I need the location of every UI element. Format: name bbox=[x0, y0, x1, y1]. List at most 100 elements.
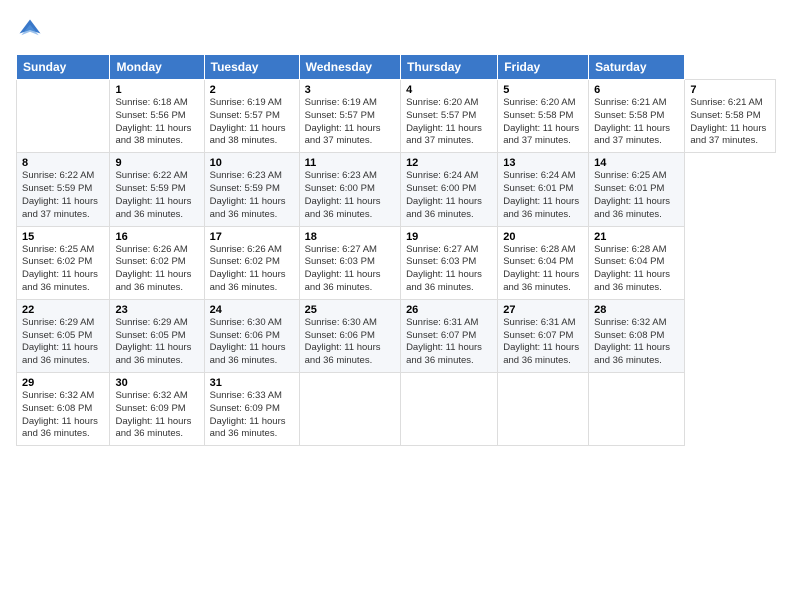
day-number: 27 bbox=[503, 304, 583, 316]
day-info: Sunrise: 6:31 AMSunset: 6:07 PMDaylight:… bbox=[406, 317, 492, 368]
header-day: Thursday bbox=[401, 55, 498, 80]
calendar-day-cell: 3Sunrise: 6:19 AMSunset: 5:57 PMDaylight… bbox=[299, 80, 400, 153]
day-info: Sunrise: 6:21 AMSunset: 5:58 PMDaylight:… bbox=[690, 97, 770, 148]
day-info: Sunrise: 6:30 AMSunset: 6:06 PMDaylight:… bbox=[305, 317, 395, 368]
day-info: Sunrise: 6:22 AMSunset: 5:59 PMDaylight:… bbox=[115, 170, 198, 221]
day-number: 17 bbox=[210, 231, 294, 243]
day-info: Sunrise: 6:20 AMSunset: 5:58 PMDaylight:… bbox=[503, 97, 583, 148]
logo-icon bbox=[16, 16, 44, 44]
calendar-day-cell: 22Sunrise: 6:29 AMSunset: 6:05 PMDayligh… bbox=[17, 299, 110, 372]
header-day: Wednesday bbox=[299, 55, 400, 80]
header bbox=[16, 16, 776, 44]
calendar-day-cell: 31Sunrise: 6:33 AMSunset: 6:09 PMDayligh… bbox=[204, 373, 299, 446]
header-row: SundayMondayTuesdayWednesdayThursdayFrid… bbox=[17, 55, 776, 80]
day-number: 9 bbox=[115, 157, 198, 169]
calendar-day-cell: 18Sunrise: 6:27 AMSunset: 6:03 PMDayligh… bbox=[299, 226, 400, 299]
day-number: 22 bbox=[22, 304, 104, 316]
day-info: Sunrise: 6:21 AMSunset: 5:58 PMDaylight:… bbox=[594, 97, 679, 148]
calendar-day-cell: 24Sunrise: 6:30 AMSunset: 6:06 PMDayligh… bbox=[204, 299, 299, 372]
day-number: 3 bbox=[305, 84, 395, 96]
day-info: Sunrise: 6:25 AMSunset: 6:02 PMDaylight:… bbox=[22, 244, 104, 295]
calendar-day-cell: 14Sunrise: 6:25 AMSunset: 6:01 PMDayligh… bbox=[589, 153, 685, 226]
calendar-day-cell: 17Sunrise: 6:26 AMSunset: 6:02 PMDayligh… bbox=[204, 226, 299, 299]
calendar-week-row: 8Sunrise: 6:22 AMSunset: 5:59 PMDaylight… bbox=[17, 153, 776, 226]
calendar-day-cell: 1Sunrise: 6:18 AMSunset: 5:56 PMDaylight… bbox=[110, 80, 204, 153]
logo bbox=[16, 16, 48, 44]
day-info: Sunrise: 6:29 AMSunset: 6:05 PMDaylight:… bbox=[22, 317, 104, 368]
day-number: 8 bbox=[22, 157, 104, 169]
day-number: 19 bbox=[406, 231, 492, 243]
header-day: Tuesday bbox=[204, 55, 299, 80]
day-number: 21 bbox=[594, 231, 679, 243]
day-number: 29 bbox=[22, 377, 104, 389]
calendar-day-cell: 23Sunrise: 6:29 AMSunset: 6:05 PMDayligh… bbox=[110, 299, 204, 372]
calendar-day-cell bbox=[299, 373, 400, 446]
calendar-header: SundayMondayTuesdayWednesdayThursdayFrid… bbox=[17, 55, 776, 80]
day-number: 26 bbox=[406, 304, 492, 316]
calendar-week-row: 1Sunrise: 6:18 AMSunset: 5:56 PMDaylight… bbox=[17, 80, 776, 153]
calendar-day-cell bbox=[401, 373, 498, 446]
calendar-body: 1Sunrise: 6:18 AMSunset: 5:56 PMDaylight… bbox=[17, 80, 776, 446]
calendar-day-cell: 2Sunrise: 6:19 AMSunset: 5:57 PMDaylight… bbox=[204, 80, 299, 153]
day-number: 31 bbox=[210, 377, 294, 389]
day-number: 18 bbox=[305, 231, 395, 243]
day-info: Sunrise: 6:33 AMSunset: 6:09 PMDaylight:… bbox=[210, 390, 294, 441]
day-info: Sunrise: 6:19 AMSunset: 5:57 PMDaylight:… bbox=[210, 97, 294, 148]
calendar-day-cell: 7Sunrise: 6:21 AMSunset: 5:58 PMDaylight… bbox=[685, 80, 776, 153]
calendar-day-cell: 21Sunrise: 6:28 AMSunset: 6:04 PMDayligh… bbox=[589, 226, 685, 299]
calendar-table: SundayMondayTuesdayWednesdayThursdayFrid… bbox=[16, 54, 776, 446]
calendar-day-cell: 10Sunrise: 6:23 AMSunset: 5:59 PMDayligh… bbox=[204, 153, 299, 226]
day-info: Sunrise: 6:26 AMSunset: 6:02 PMDaylight:… bbox=[210, 244, 294, 295]
day-number: 30 bbox=[115, 377, 198, 389]
day-number: 10 bbox=[210, 157, 294, 169]
calendar-day-cell: 29Sunrise: 6:32 AMSunset: 6:08 PMDayligh… bbox=[17, 373, 110, 446]
calendar-day-cell bbox=[589, 373, 685, 446]
calendar-day-cell: 5Sunrise: 6:20 AMSunset: 5:58 PMDaylight… bbox=[498, 80, 589, 153]
day-info: Sunrise: 6:24 AMSunset: 6:00 PMDaylight:… bbox=[406, 170, 492, 221]
page-container: SundayMondayTuesdayWednesdayThursdayFrid… bbox=[0, 0, 792, 612]
calendar-day-cell bbox=[17, 80, 110, 153]
day-number: 25 bbox=[305, 304, 395, 316]
calendar-week-row: 22Sunrise: 6:29 AMSunset: 6:05 PMDayligh… bbox=[17, 299, 776, 372]
calendar-day-cell: 15Sunrise: 6:25 AMSunset: 6:02 PMDayligh… bbox=[17, 226, 110, 299]
calendar-day-cell: 26Sunrise: 6:31 AMSunset: 6:07 PMDayligh… bbox=[401, 299, 498, 372]
calendar-day-cell bbox=[498, 373, 589, 446]
day-info: Sunrise: 6:29 AMSunset: 6:05 PMDaylight:… bbox=[115, 317, 198, 368]
day-info: Sunrise: 6:32 AMSunset: 6:09 PMDaylight:… bbox=[115, 390, 198, 441]
calendar-day-cell: 25Sunrise: 6:30 AMSunset: 6:06 PMDayligh… bbox=[299, 299, 400, 372]
day-info: Sunrise: 6:24 AMSunset: 6:01 PMDaylight:… bbox=[503, 170, 583, 221]
day-number: 28 bbox=[594, 304, 679, 316]
calendar-week-row: 15Sunrise: 6:25 AMSunset: 6:02 PMDayligh… bbox=[17, 226, 776, 299]
day-number: 13 bbox=[503, 157, 583, 169]
day-info: Sunrise: 6:32 AMSunset: 6:08 PMDaylight:… bbox=[594, 317, 679, 368]
day-info: Sunrise: 6:23 AMSunset: 5:59 PMDaylight:… bbox=[210, 170, 294, 221]
day-number: 12 bbox=[406, 157, 492, 169]
calendar-day-cell: 13Sunrise: 6:24 AMSunset: 6:01 PMDayligh… bbox=[498, 153, 589, 226]
calendar-day-cell: 11Sunrise: 6:23 AMSunset: 6:00 PMDayligh… bbox=[299, 153, 400, 226]
day-number: 6 bbox=[594, 84, 679, 96]
day-info: Sunrise: 6:22 AMSunset: 5:59 PMDaylight:… bbox=[22, 170, 104, 221]
calendar-day-cell: 27Sunrise: 6:31 AMSunset: 6:07 PMDayligh… bbox=[498, 299, 589, 372]
day-info: Sunrise: 6:32 AMSunset: 6:08 PMDaylight:… bbox=[22, 390, 104, 441]
day-info: Sunrise: 6:27 AMSunset: 6:03 PMDaylight:… bbox=[305, 244, 395, 295]
day-info: Sunrise: 6:20 AMSunset: 5:57 PMDaylight:… bbox=[406, 97, 492, 148]
day-number: 16 bbox=[115, 231, 198, 243]
calendar-day-cell: 8Sunrise: 6:22 AMSunset: 5:59 PMDaylight… bbox=[17, 153, 110, 226]
day-info: Sunrise: 6:27 AMSunset: 6:03 PMDaylight:… bbox=[406, 244, 492, 295]
day-number: 7 bbox=[690, 84, 770, 96]
calendar-day-cell: 12Sunrise: 6:24 AMSunset: 6:00 PMDayligh… bbox=[401, 153, 498, 226]
calendar-day-cell: 9Sunrise: 6:22 AMSunset: 5:59 PMDaylight… bbox=[110, 153, 204, 226]
calendar-day-cell: 28Sunrise: 6:32 AMSunset: 6:08 PMDayligh… bbox=[589, 299, 685, 372]
day-info: Sunrise: 6:31 AMSunset: 6:07 PMDaylight:… bbox=[503, 317, 583, 368]
day-number: 20 bbox=[503, 231, 583, 243]
day-info: Sunrise: 6:23 AMSunset: 6:00 PMDaylight:… bbox=[305, 170, 395, 221]
calendar-day-cell: 20Sunrise: 6:28 AMSunset: 6:04 PMDayligh… bbox=[498, 226, 589, 299]
day-number: 15 bbox=[22, 231, 104, 243]
day-number: 5 bbox=[503, 84, 583, 96]
day-number: 14 bbox=[594, 157, 679, 169]
day-info: Sunrise: 6:26 AMSunset: 6:02 PMDaylight:… bbox=[115, 244, 198, 295]
header-day: Monday bbox=[110, 55, 204, 80]
calendar-day-cell: 30Sunrise: 6:32 AMSunset: 6:09 PMDayligh… bbox=[110, 373, 204, 446]
calendar-day-cell: 4Sunrise: 6:20 AMSunset: 5:57 PMDaylight… bbox=[401, 80, 498, 153]
day-info: Sunrise: 6:28 AMSunset: 6:04 PMDaylight:… bbox=[594, 244, 679, 295]
